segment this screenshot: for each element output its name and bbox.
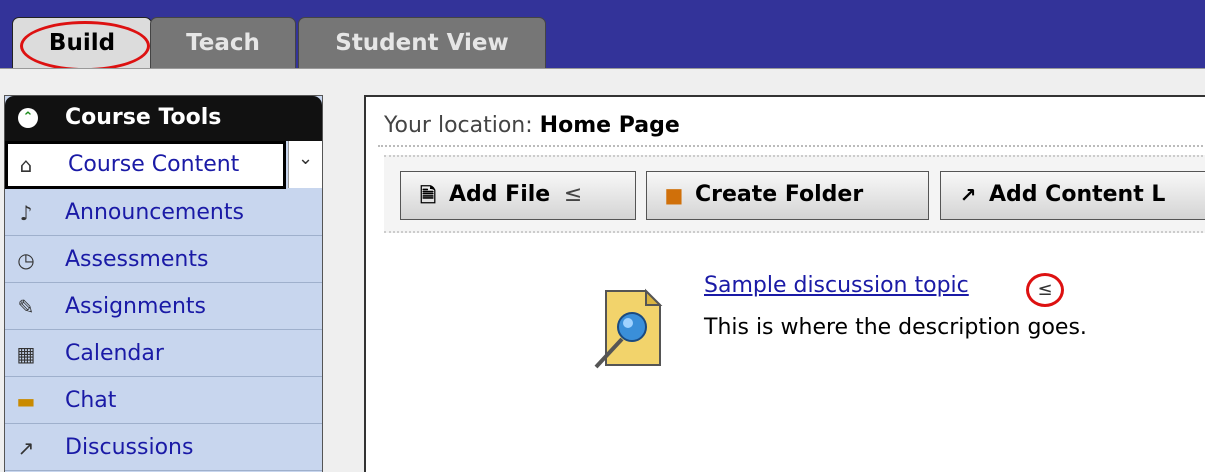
tab-student-view[interactable]: Student View [298, 17, 546, 69]
build-tab-highlight-circle [20, 21, 150, 71]
assessment-icon: ◷ [17, 248, 35, 272]
folder-icon: ■ [664, 183, 684, 207]
pushpin-icon: ↗ [17, 436, 35, 460]
expand-menu-button[interactable]: ⌄ [288, 141, 322, 188]
location-value: Home Page [539, 113, 680, 138]
tab-teach[interactable]: Teach [150, 17, 296, 69]
course-tools-header[interactable]: ⌃ Course Tools [5, 96, 322, 141]
sidebar-item-assignments[interactable]: ✎ Assignments [5, 283, 322, 330]
file-icon: 🗎 [419, 183, 437, 207]
sidebar-item-discussions[interactable]: ↗ Discussions [5, 424, 322, 471]
add-content-link-button[interactable]: ↗ Add Content L [940, 171, 1205, 220]
double-chevron-down-icon: ⌄ [297, 148, 314, 169]
collapse-icon[interactable]: ⌃ [18, 108, 38, 128]
sidebar-item-label: Assessments [65, 247, 209, 272]
location-label: Your location: [384, 113, 533, 138]
create-folder-button[interactable]: ■ Create Folder [646, 171, 929, 220]
content-panel: Your location: Home Page 🗎 Add File ≤ ■ … [364, 95, 1205, 472]
sidebar-item-label: Calendar [65, 341, 164, 366]
sidebar-item-announcements[interactable]: ♪ Announcements [5, 189, 322, 236]
sidebar-item-course-content[interactable]: ⌂ Course Content [5, 141, 286, 189]
add-file-button[interactable]: 🗎 Add File ≤ [400, 171, 636, 220]
discussion-topic-link[interactable]: Sample discussion topic [704, 273, 969, 298]
dropdown-menu-icon[interactable]: ≤ [564, 182, 582, 207]
item-description: This is where the description goes. [704, 315, 1087, 340]
chat-icon: ▬ [16, 389, 36, 413]
sidebar-item-label: Announcements [65, 200, 244, 225]
sidebar-item-label: Chat [65, 388, 117, 413]
divider [378, 145, 1205, 147]
pushpin-icon [594, 288, 663, 369]
sidebar-item-assessments[interactable]: ◷ Assessments [5, 236, 322, 283]
add-file-label: Add File [449, 182, 551, 207]
sidebar-item-label: Assignments [65, 294, 206, 319]
sidebar-item-label: Course Content [68, 152, 240, 177]
content-toolbar: 🗎 Add File ≤ ■ Create Folder ↗ Add Conte… [384, 155, 1205, 233]
sidebar-item-chat[interactable]: ▬ Chat [5, 377, 322, 424]
add-content-link-label: Add Content L [989, 182, 1166, 207]
megaphone-icon: ♪ [19, 201, 33, 225]
sidebar-item-calendar[interactable]: ▦ Calendar [5, 330, 322, 377]
assignment-icon: ✎ [17, 295, 35, 319]
calendar-icon: ▦ [16, 342, 36, 366]
create-folder-label: Create Folder [695, 182, 864, 207]
course-tools-panel: ⌃ Course Tools ⌂ Course Content ⌄ ♪ Anno… [4, 95, 323, 472]
top-tab-bar: Build Teach Student View [0, 0, 1205, 71]
link-icon: ↗ [959, 183, 977, 207]
sidebar-item-label: Discussions [65, 435, 194, 460]
breadcrumb: Your location: Home Page [384, 113, 680, 138]
course-tools-title: Course Tools [65, 105, 222, 130]
item-options-menu-icon[interactable]: ≤ [1026, 273, 1064, 307]
home-icon: ⌂ [19, 153, 33, 177]
